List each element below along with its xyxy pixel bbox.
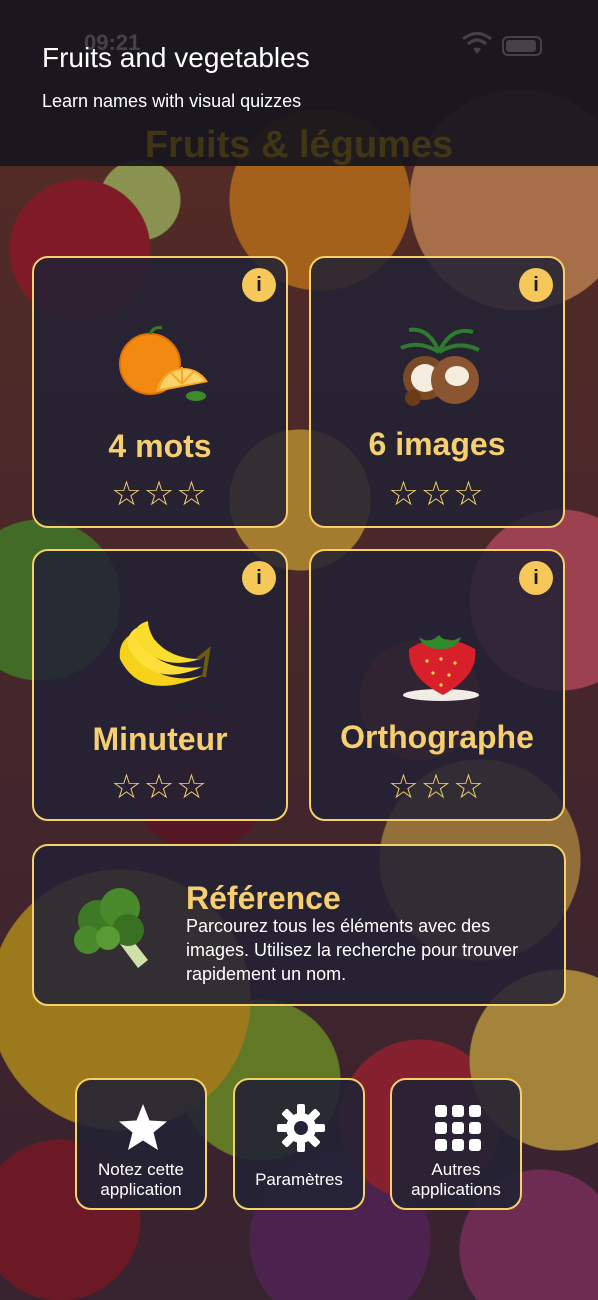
overlay-subtitle: Learn names with visual quizzes bbox=[42, 91, 302, 111]
rate-app-button[interactable]: Notez cette application bbox=[75, 1078, 207, 1210]
mode-label: Orthographe bbox=[340, 719, 534, 755]
info-icon[interactable]: i bbox=[242, 561, 276, 595]
stars-rating: ☆☆☆ bbox=[388, 768, 486, 806]
app-title: Fruits & légumes bbox=[144, 124, 454, 166]
info-icon[interactable]: i bbox=[242, 268, 276, 302]
info-icon[interactable]: i bbox=[519, 561, 553, 595]
mode-label: 4 mots bbox=[108, 428, 212, 464]
mode-tile-6-images[interactable]: i 6 images ☆☆☆ bbox=[309, 256, 565, 528]
rate-app-label-line2: application bbox=[100, 1180, 182, 1199]
mode-tile-orthographe[interactable]: i Orthographe ☆☆☆ bbox=[309, 549, 565, 821]
info-icon[interactable]: i bbox=[519, 268, 553, 302]
reference-card[interactable]: Référence Parcourez tous les éléments av… bbox=[32, 844, 566, 1006]
reference-title: Référence bbox=[186, 880, 341, 916]
reference-description: Parcourez tous les éléments avec des ima… bbox=[186, 916, 519, 984]
grid-icon bbox=[435, 1105, 481, 1151]
stars-rating: ☆☆☆ bbox=[388, 475, 486, 513]
mode-label: Minuteur bbox=[92, 721, 228, 757]
more-apps-label-line2: applications bbox=[411, 1180, 501, 1199]
banana-icon bbox=[119, 621, 211, 686]
more-apps-button[interactable]: Autres applications bbox=[390, 1078, 522, 1210]
wifi-icon bbox=[462, 32, 492, 54]
star-icon bbox=[119, 1104, 167, 1150]
broccoli-icon bbox=[74, 888, 148, 968]
more-apps-label-line1: Autres bbox=[431, 1160, 481, 1179]
mode-tile-minuteur[interactable]: i Minuteur ☆☆☆ bbox=[32, 549, 288, 821]
strawberry-icon bbox=[403, 635, 479, 701]
battery-icon bbox=[502, 36, 542, 56]
rate-app-label-line1: Notez cette bbox=[98, 1160, 184, 1179]
preview-header: 09:21 Fruits and vegetables Learn names … bbox=[0, 0, 598, 166]
stars-rating: ☆☆☆ bbox=[111, 768, 209, 806]
settings-label: Paramètres bbox=[255, 1170, 343, 1189]
settings-button[interactable]: Paramètres bbox=[233, 1078, 365, 1210]
coconut-icon bbox=[400, 327, 480, 406]
overlay-title: Fruits and vegetables bbox=[42, 42, 310, 73]
stars-rating: ☆☆☆ bbox=[111, 475, 209, 513]
mode-tile-4-mots[interactable]: i 4 mots ☆☆☆ bbox=[32, 256, 288, 528]
gear-icon bbox=[277, 1104, 325, 1152]
orange-icon bbox=[119, 326, 208, 401]
mode-label: 6 images bbox=[368, 426, 506, 462]
